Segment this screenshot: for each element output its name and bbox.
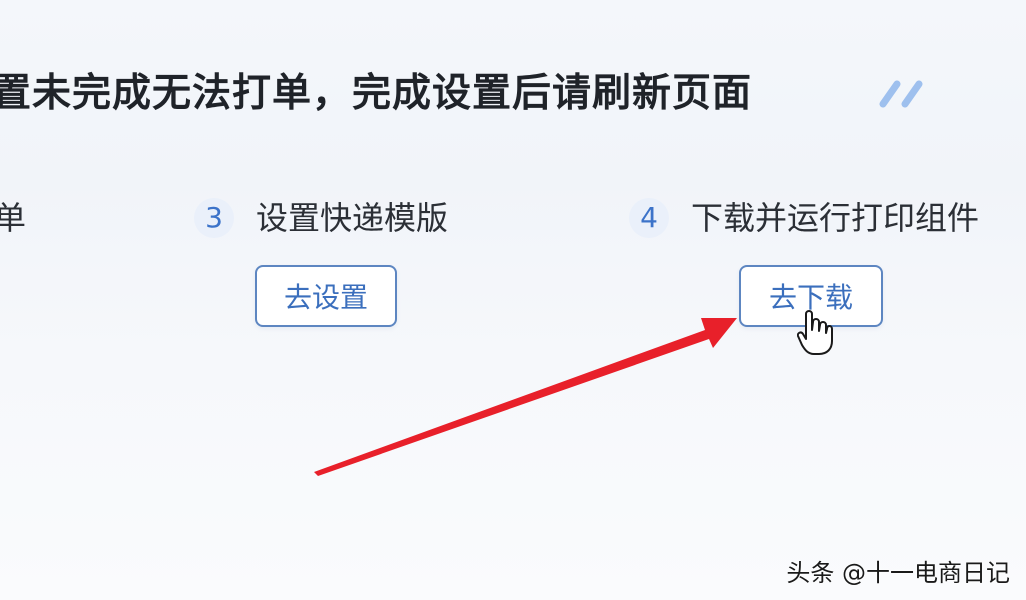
- step-3-number: 3: [194, 198, 234, 238]
- page-title: 置未完成无法打单，完成设置后请刷新页面: [0, 71, 753, 116]
- go-setup-button[interactable]: 去设置: [255, 265, 397, 327]
- step-3-label: 设置快递模版: [256, 199, 449, 237]
- step-2-label-partial: 单: [0, 199, 27, 237]
- step-4-number: 4: [629, 198, 669, 238]
- watermark: 头条 @十一电商日记: [786, 559, 1010, 587]
- double-slash-icon: [879, 80, 923, 108]
- hand-pointer-icon: [797, 310, 833, 355]
- step-4-label: 下载并运行打印组件: [691, 199, 980, 237]
